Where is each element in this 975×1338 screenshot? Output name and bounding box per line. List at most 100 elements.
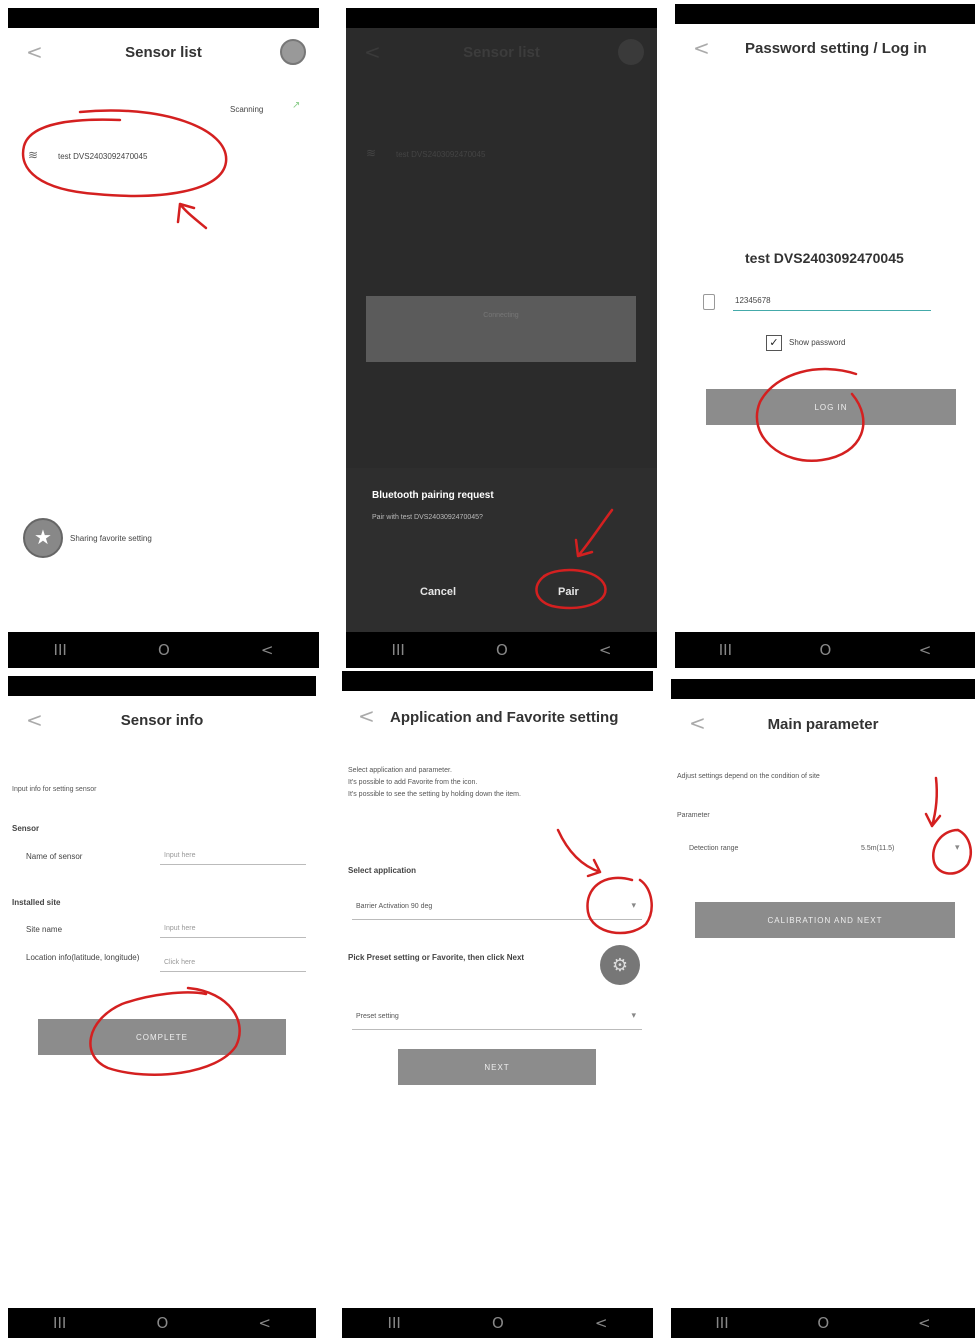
status-bar — [675, 4, 975, 24]
pick-preset-label: Pick Preset setting or Favorite, then cl… — [348, 953, 525, 962]
description-text: Adjust settings depend on the condition … — [677, 773, 820, 780]
connecting-overlay: Connecting — [366, 296, 636, 362]
page-title: Sensor list — [463, 44, 540, 61]
device-name: test DVS2403092470045 — [745, 250, 904, 266]
show-password-checkbox[interactable]: ✓ — [766, 335, 782, 351]
dialog-body: Pair with test DVS2403092470045? — [372, 514, 483, 521]
show-password-label: Show password — [789, 338, 846, 347]
status-bar — [342, 671, 653, 691]
intro-text: Input info for setting sensor — [12, 786, 97, 793]
site-section-header: Installed site — [12, 898, 61, 907]
detection-range-dropdown[interactable]: 5.5m(11.5) ▾ — [857, 839, 967, 859]
pair-button[interactable]: Pair — [558, 586, 579, 598]
page-title: Sensor list — [125, 44, 202, 61]
chevron-down-icon: ▾ — [955, 842, 960, 852]
system-nav-bar: III O < — [671, 1308, 975, 1338]
settings-gear-icon[interactable] — [280, 39, 306, 65]
device-list-item[interactable]: ≋ test DVS2403092470045 — [24, 142, 244, 176]
detection-range-label: Detection range — [689, 845, 739, 852]
home-icon[interactable]: O — [492, 1314, 504, 1332]
recent-apps-icon[interactable]: III — [53, 1314, 66, 1332]
next-button[interactable]: NEXT — [398, 1049, 596, 1085]
favorite-icon[interactable]: ⚙ — [600, 945, 640, 985]
recent-apps-icon[interactable]: III — [715, 1314, 728, 1332]
pairing-dialog: Bluetooth pairing request Pair with test… — [346, 468, 657, 638]
location-input[interactable]: Click here — [164, 959, 195, 966]
page-title: Password setting / Log in — [745, 40, 927, 57]
application-dropdown[interactable]: Barrier Activation 90 deg ▾ — [352, 897, 642, 920]
description-line-1: Select application and parameter. — [348, 767, 452, 774]
back-arrow-icon[interactable]: < — [358, 704, 375, 728]
nav-back-icon[interactable]: < — [918, 1314, 931, 1332]
sensor-name-input[interactable]: Input here — [164, 852, 196, 859]
settings-gear-icon — [618, 39, 644, 65]
home-icon[interactable]: O — [819, 641, 831, 659]
page-title: Application and Favorite setting — [390, 709, 619, 726]
home-icon[interactable]: O — [496, 641, 508, 659]
home-icon[interactable]: O — [817, 1314, 829, 1332]
application-value: Barrier Activation 90 deg — [356, 903, 433, 910]
sensor-name-underline — [160, 864, 306, 865]
system-nav-bar: III O < — [8, 1308, 316, 1338]
nav-back-icon[interactable]: < — [919, 641, 932, 659]
preset-dropdown[interactable]: Preset setting ▾ — [352, 1007, 642, 1030]
screen-main-parameter: < Main parameter Adjust settings depend … — [671, 679, 975, 1338]
scan-spinner-icon: ↗ — [292, 100, 301, 111]
sensor-name-label: Name of sensor — [26, 852, 83, 861]
site-name-label: Site name — [26, 925, 63, 934]
system-nav-bar: III O < — [342, 1308, 653, 1338]
recent-apps-icon[interactable]: III — [392, 641, 405, 659]
status-bar — [8, 676, 316, 696]
device-name: test DVS2403092470045 — [396, 150, 486, 159]
cancel-button[interactable]: Cancel — [420, 586, 456, 598]
recent-apps-icon[interactable]: III — [388, 1314, 401, 1332]
page-title: Main parameter — [767, 716, 879, 733]
chevron-down-icon: ▾ — [631, 900, 636, 910]
nav-back-icon[interactable]: < — [599, 641, 612, 659]
complete-button[interactable]: COMPLETE — [38, 1019, 286, 1055]
description-line-3: It's possible to see the setting by hold… — [348, 791, 521, 798]
nav-back-icon[interactable]: < — [261, 641, 274, 659]
device-name: test DVS2403092470045 — [58, 152, 148, 161]
site-name-input[interactable]: Input here — [164, 925, 196, 932]
scanning-status: Scanning — [230, 105, 264, 114]
bluetooth-icon: ≋ — [28, 148, 39, 162]
recent-apps-icon[interactable]: III — [719, 641, 732, 659]
screen-sensor-info: < Sensor info Input info for setting sen… — [8, 676, 316, 1338]
chevron-down-icon: ▾ — [631, 1010, 636, 1020]
screen-password-login: < Password setting / Log in test DVS2403… — [675, 4, 975, 668]
detection-range-value: 5.5m(11.5) — [861, 845, 895, 852]
status-bar — [8, 8, 319, 28]
favorite-star-icon[interactable]: ★ — [23, 518, 63, 558]
nav-back-icon[interactable]: < — [595, 1314, 608, 1332]
location-underline — [160, 971, 306, 972]
connecting-text: Connecting — [483, 312, 519, 319]
login-button[interactable]: LOG IN — [706, 389, 956, 425]
page-title: Sensor info — [120, 712, 204, 729]
select-application-label: Select application — [348, 866, 417, 875]
lock-icon — [703, 294, 715, 310]
system-nav-bar: III O < — [346, 632, 657, 668]
sensor-section-header: Sensor — [12, 824, 40, 833]
calibration-next-button[interactable]: CALIBRATION AND NEXT — [695, 902, 955, 938]
nav-back-icon[interactable]: < — [258, 1314, 271, 1332]
home-icon[interactable]: O — [158, 641, 170, 659]
back-arrow-icon[interactable]: < — [693, 36, 710, 60]
location-label: Location info(latitude, longitude) — [26, 953, 140, 962]
screen-bluetooth-pairing: < Sensor list ≋ test DVS2403092470045 Co… — [346, 8, 657, 668]
password-underline — [733, 310, 931, 311]
status-bar — [346, 8, 657, 28]
system-nav-bar: III O < — [8, 632, 319, 668]
status-bar — [671, 679, 975, 699]
preset-value: Preset setting — [356, 1013, 399, 1020]
password-input[interactable]: 12345678 — [735, 296, 771, 305]
home-icon[interactable]: O — [156, 1314, 168, 1332]
screen-sensor-list: < Sensor list Scanning ↗ ≋ test DVS24030… — [8, 8, 319, 668]
bluetooth-icon: ≋ — [366, 146, 377, 160]
parameter-header: Parameter — [677, 812, 710, 819]
favorite-label: Sharing favorite setting — [70, 534, 152, 543]
system-nav-bar: III O < — [675, 632, 975, 668]
description-line-2: It's possible to add Favorite from the i… — [348, 779, 478, 786]
site-name-underline — [160, 937, 306, 938]
recent-apps-icon[interactable]: III — [54, 641, 67, 659]
